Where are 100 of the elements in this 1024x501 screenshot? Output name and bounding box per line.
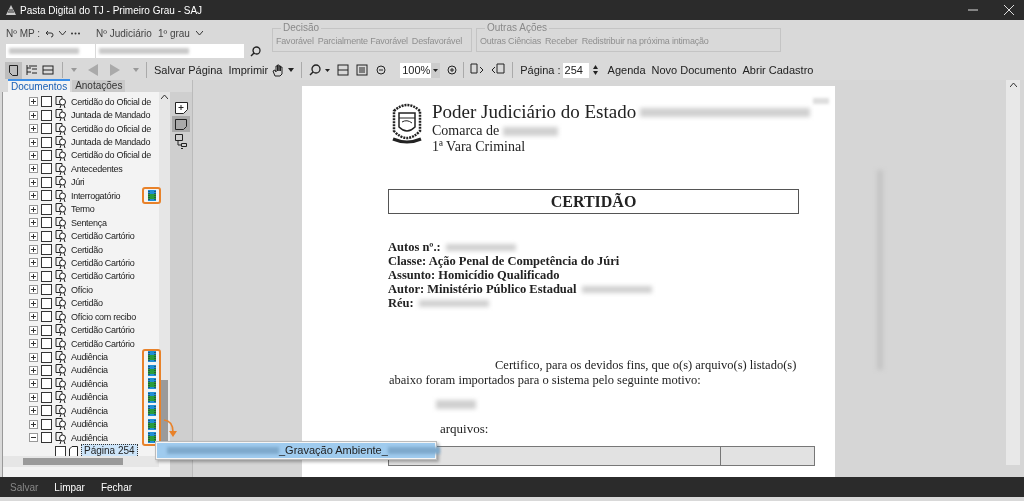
expand-icon[interactable] bbox=[29, 271, 38, 281]
input-field[interactable] bbox=[96, 44, 244, 58]
tree-item-label[interactable]: Audiência bbox=[71, 364, 108, 377]
tree-item-label[interactable]: Certidão bbox=[71, 297, 103, 310]
tree-item-label[interactable]: Ofício bbox=[71, 283, 93, 296]
expand-icon[interactable] bbox=[29, 191, 38, 201]
close-icon[interactable] bbox=[1004, 5, 1014, 15]
tree-item-label[interactable]: Audiência bbox=[71, 404, 108, 417]
checkbox[interactable] bbox=[55, 445, 66, 457]
expand-icon[interactable] bbox=[29, 339, 38, 349]
checkbox[interactable] bbox=[41, 96, 52, 108]
expand-icon[interactable] bbox=[29, 150, 38, 160]
search-icon[interactable] bbox=[250, 45, 261, 57]
checkbox[interactable] bbox=[41, 418, 52, 430]
tree-item-label[interactable]: Certidão Cartório bbox=[71, 337, 135, 350]
tree-item-label[interactable]: Certidão do Oficial de bbox=[71, 95, 151, 108]
checkbox[interactable] bbox=[41, 257, 52, 269]
tab[interactable]: Documentos bbox=[8, 79, 71, 92]
add-note-icon[interactable] bbox=[174, 102, 188, 114]
caret-icon[interactable] bbox=[288, 68, 295, 72]
tree-item-label[interactable]: Certidão do Oficial de bbox=[71, 149, 151, 162]
tree-item-label[interactable]: Certidão Cartório bbox=[71, 324, 135, 337]
toolbar-link[interactable]: Abrir Cadastro bbox=[742, 61, 814, 79]
tree-item-label[interactable]: Juntada de Mandado bbox=[71, 136, 151, 149]
checkbox[interactable] bbox=[41, 351, 52, 363]
expand-icon[interactable] bbox=[29, 258, 38, 268]
tree-item-label[interactable]: Certidão Cartório bbox=[71, 230, 135, 243]
tree-item-label[interactable]: Termo bbox=[71, 203, 95, 216]
page-number-field[interactable]: 254 bbox=[562, 62, 589, 78]
expand-icon[interactable] bbox=[29, 164, 38, 174]
tree-item-label[interactable]: Juntada de Mandado bbox=[71, 109, 151, 122]
tree-item-label[interactable]: Antecedentes bbox=[71, 162, 123, 175]
checkbox[interactable] bbox=[41, 311, 52, 323]
expand-icon[interactable] bbox=[29, 433, 38, 443]
tree-item-label[interactable]: Interrogatório bbox=[71, 189, 121, 202]
expand-icon[interactable] bbox=[29, 97, 38, 107]
checkbox[interactable] bbox=[41, 270, 52, 282]
spinner-icon[interactable] bbox=[592, 65, 598, 75]
footer-button[interactable]: Fechar bbox=[100, 479, 133, 495]
tree-item-label[interactable]: Audiência bbox=[71, 351, 108, 364]
tree-item-label[interactable]: Certidão do Oficial de bbox=[71, 122, 151, 135]
note-button[interactable] bbox=[172, 116, 190, 132]
expand-icon[interactable] bbox=[29, 379, 38, 389]
checkbox[interactable] bbox=[41, 244, 52, 256]
checkbox[interactable] bbox=[41, 364, 52, 376]
expand-icon[interactable] bbox=[29, 204, 38, 214]
checkbox[interactable] bbox=[41, 432, 52, 444]
expand-icon[interactable] bbox=[29, 392, 38, 402]
expand-icon[interactable] bbox=[29, 231, 38, 241]
tree-item-label[interactable]: Audiência bbox=[71, 377, 108, 390]
list-icon[interactable] bbox=[42, 64, 54, 76]
checkbox[interactable] bbox=[41, 297, 52, 309]
rotate-page-icon[interactable] bbox=[470, 63, 485, 77]
checkbox[interactable] bbox=[41, 136, 52, 148]
scrollbar-thumb[interactable] bbox=[23, 458, 123, 465]
expand-icon[interactable] bbox=[29, 312, 38, 322]
checkbox[interactable] bbox=[41, 163, 52, 175]
input-field[interactable] bbox=[6, 44, 95, 58]
tree-item-label[interactable]: Audiência bbox=[71, 391, 108, 404]
checkbox[interactable] bbox=[41, 123, 52, 135]
print-button[interactable]: Imprimir bbox=[228, 61, 269, 79]
checkbox[interactable] bbox=[41, 149, 52, 161]
scroll-up-icon[interactable] bbox=[161, 95, 168, 99]
checkbox[interactable] bbox=[41, 190, 52, 202]
checkbox[interactable] bbox=[41, 284, 52, 296]
expand-icon[interactable] bbox=[29, 285, 38, 295]
checkbox[interactable] bbox=[41, 324, 52, 336]
tree-item-label[interactable]: Audiência bbox=[71, 431, 108, 444]
expand-icon[interactable] bbox=[29, 406, 38, 416]
undo-icon[interactable] bbox=[45, 29, 55, 38]
horizontal-scrollbar[interactable] bbox=[3, 456, 159, 467]
tree-item-label[interactable]: Ofício com recibo bbox=[71, 310, 136, 323]
tab[interactable]: Anotações bbox=[72, 80, 126, 92]
checkbox[interactable] bbox=[41, 217, 52, 229]
checkbox[interactable] bbox=[41, 176, 52, 188]
expand-icon[interactable] bbox=[29, 245, 38, 255]
expand-icon[interactable] bbox=[29, 298, 38, 308]
caret-icon[interactable] bbox=[195, 31, 203, 36]
expand-icon[interactable] bbox=[29, 419, 38, 429]
search-icon[interactable] bbox=[309, 64, 322, 76]
expand-icon[interactable] bbox=[29, 352, 38, 362]
checkbox[interactable] bbox=[41, 405, 52, 417]
toolbar-link[interactable]: Novo Documento bbox=[651, 61, 737, 79]
caret-icon[interactable] bbox=[325, 68, 331, 72]
caret-icon[interactable] bbox=[59, 31, 67, 36]
tree-item-label[interactable]: Júri bbox=[71, 176, 85, 189]
tree-item-label[interactable]: Certidão Cartório bbox=[71, 256, 135, 269]
checkbox[interactable] bbox=[41, 378, 52, 390]
checkbox[interactable] bbox=[41, 203, 52, 215]
tree-icon[interactable] bbox=[26, 64, 38, 76]
zoom-out-icon[interactable] bbox=[376, 65, 387, 75]
tree-item-label[interactable]: Sentença bbox=[71, 216, 107, 229]
tree-item-label[interactable]: Certidão bbox=[71, 243, 103, 256]
checkbox[interactable] bbox=[41, 109, 52, 121]
toolbar-link[interactable]: Agenda bbox=[607, 61, 646, 79]
tree-icon[interactable] bbox=[175, 134, 187, 150]
checkbox[interactable] bbox=[41, 391, 52, 403]
expand-icon[interactable] bbox=[29, 110, 38, 120]
checkbox[interactable] bbox=[41, 230, 52, 242]
rotate-page-icon[interactable] bbox=[491, 63, 506, 77]
